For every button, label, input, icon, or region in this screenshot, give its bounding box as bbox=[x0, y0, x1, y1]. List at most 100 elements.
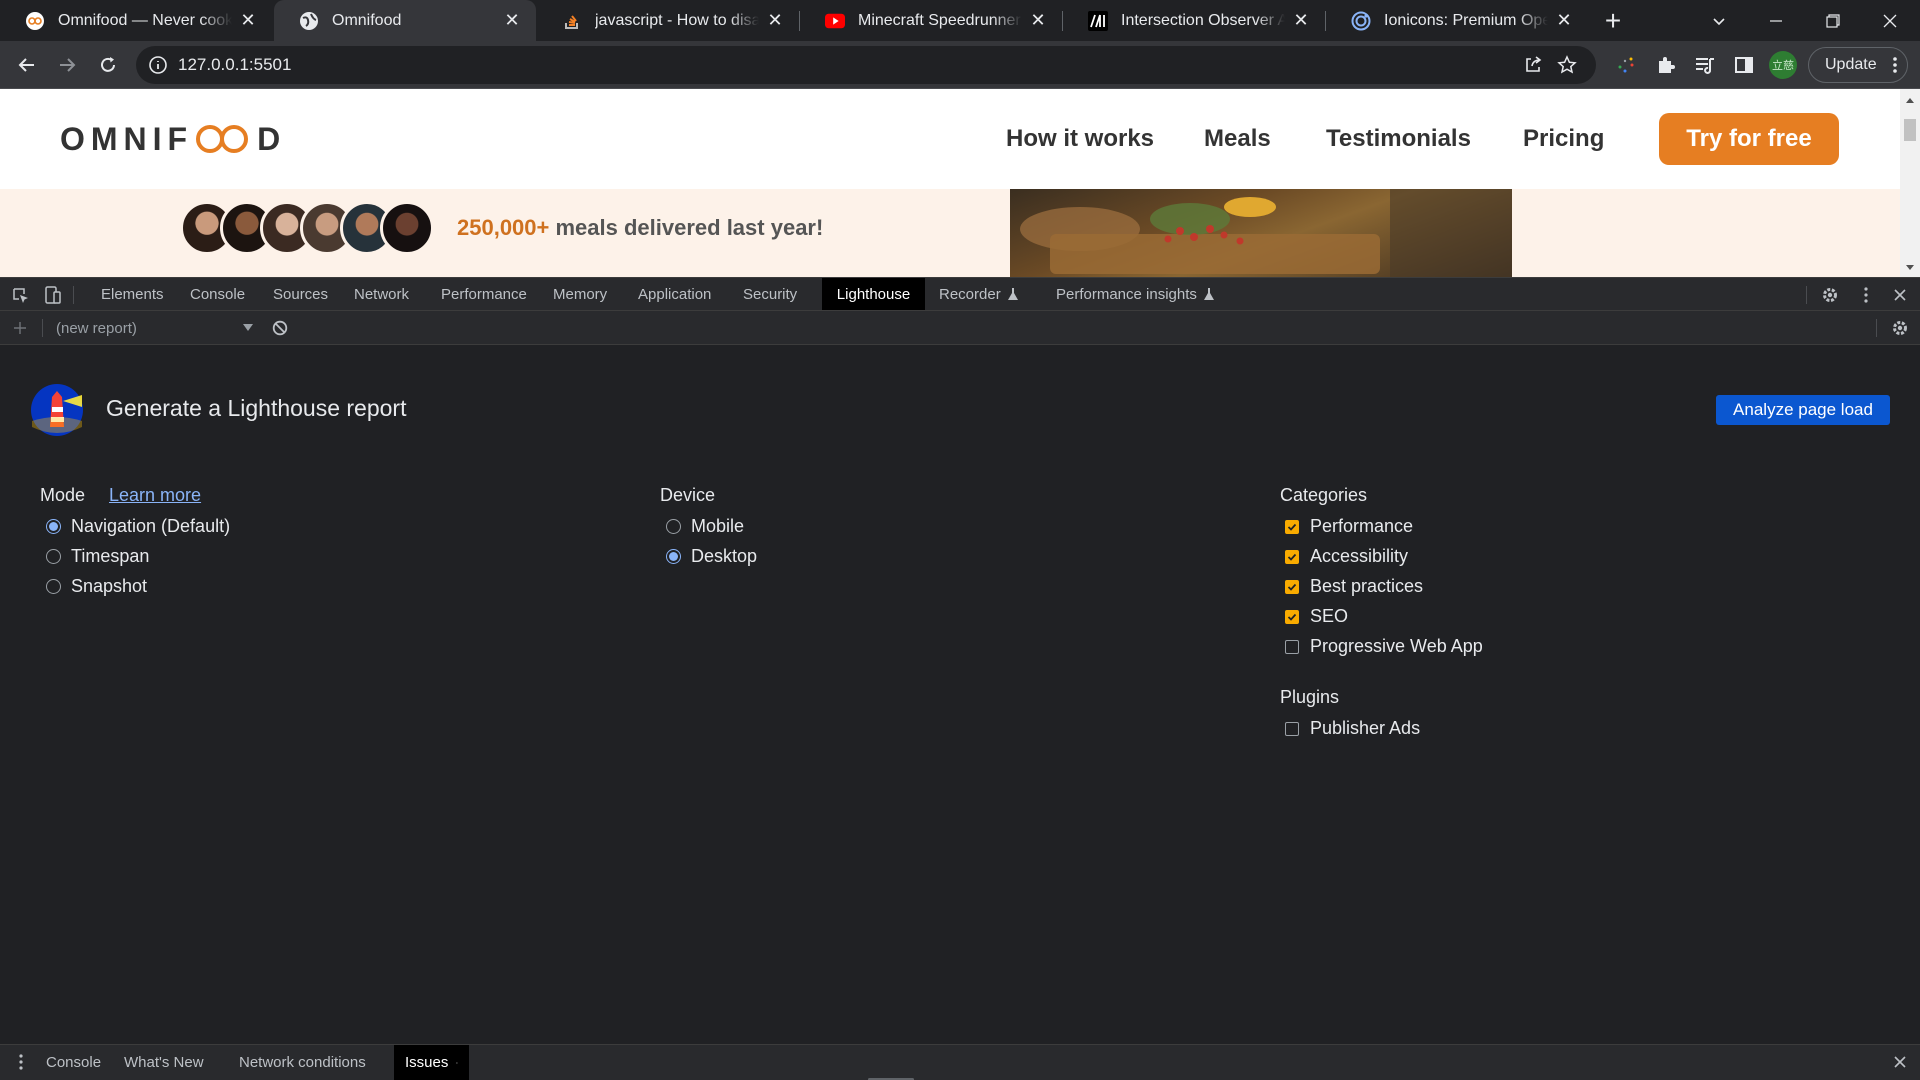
close-icon[interactable] bbox=[456, 1058, 458, 1068]
logo-text-right: D bbox=[257, 120, 287, 157]
radio-button[interactable] bbox=[666, 519, 681, 534]
nav-link-meals[interactable]: Meals bbox=[1204, 125, 1271, 153]
extensions-puzzle-icon[interactable] bbox=[1651, 50, 1681, 80]
media-playlist-icon[interactable] bbox=[1690, 50, 1720, 80]
drawer-tab-issues[interactable]: Issues bbox=[394, 1045, 469, 1080]
devtools-tab-elements[interactable]: Elements bbox=[87, 278, 178, 310]
browser-tab[interactable]: Omnifood — Never cook again! ✕ bbox=[0, 0, 272, 41]
minimize-icon[interactable] bbox=[1748, 0, 1804, 41]
browser-tab[interactable]: Minecraft Speedrunner VS 5 Hunters ✕ bbox=[800, 0, 1062, 41]
close-drawer-icon[interactable] bbox=[1889, 1051, 1911, 1073]
option-label: Progressive Web App bbox=[1310, 636, 1483, 656]
browser-tab-active[interactable]: Omnifood ✕ bbox=[274, 0, 536, 41]
category-accessibility[interactable]: Accessibility bbox=[1285, 546, 1408, 567]
dropdown-caret-icon bbox=[243, 324, 253, 331]
logo-text-left: OMNIF bbox=[60, 120, 194, 157]
back-arrow-icon[interactable] bbox=[12, 50, 42, 80]
new-tab-button[interactable]: + bbox=[1598, 5, 1628, 36]
radio-button[interactable] bbox=[46, 549, 61, 564]
meals-delivered-count: 250,000+ bbox=[457, 215, 550, 240]
bookmark-star-icon[interactable] bbox=[1556, 54, 1578, 76]
share-icon[interactable] bbox=[1522, 54, 1544, 76]
lighthouse-settings-gear-icon[interactable] bbox=[1889, 317, 1911, 339]
try-for-free-button[interactable]: Try for free bbox=[1659, 113, 1839, 165]
close-icon[interactable]: ✕ bbox=[1554, 10, 1574, 31]
devtools-tab-network[interactable]: Network bbox=[340, 278, 423, 310]
clear-block-icon[interactable] bbox=[269, 317, 291, 339]
devtools-tab-application[interactable]: Application bbox=[624, 278, 725, 310]
drawer-tab-console[interactable]: Console bbox=[35, 1045, 112, 1080]
checkbox[interactable] bbox=[1285, 549, 1299, 564]
checkbox[interactable] bbox=[1285, 721, 1299, 736]
address-bar[interactable]: 127.0.0.1:5501 bbox=[136, 46, 1596, 84]
browser-tab[interactable]: Ionicons: Premium Open Source Icon Pack … bbox=[1326, 0, 1588, 41]
more-vertical-icon[interactable] bbox=[1855, 284, 1877, 306]
reload-icon[interactable] bbox=[93, 50, 123, 80]
device-option-desktop[interactable]: Desktop bbox=[666, 546, 757, 567]
radio-button[interactable] bbox=[46, 579, 61, 594]
window-close-icon[interactable] bbox=[1862, 0, 1918, 41]
site-info-icon[interactable] bbox=[148, 55, 168, 75]
devtools-tab-recorder[interactable]: Recorder bbox=[925, 278, 1033, 310]
tab-search-icon[interactable] bbox=[1691, 0, 1747, 41]
profile-avatar[interactable]: 立慈 bbox=[1768, 50, 1798, 80]
drawer-tab-network-conditions[interactable]: Network conditions bbox=[228, 1045, 377, 1080]
radio-button[interactable] bbox=[666, 549, 681, 564]
restore-icon[interactable] bbox=[1805, 0, 1861, 41]
inspect-element-icon[interactable] bbox=[9, 284, 31, 306]
checkbox[interactable] bbox=[1285, 579, 1299, 594]
nav-link-testimonials[interactable]: Testimonials bbox=[1326, 125, 1471, 153]
browser-tab[interactable]: Intersection Observer API - Web APIs ✕ bbox=[1063, 0, 1325, 41]
checkbox[interactable] bbox=[1285, 639, 1299, 654]
toolbar-divider bbox=[1806, 286, 1807, 304]
drawer-tab-whats-new[interactable]: What's New bbox=[113, 1045, 215, 1080]
radio-button[interactable] bbox=[46, 519, 61, 534]
close-icon[interactable]: ✕ bbox=[1028, 10, 1048, 31]
devtools-tab-lighthouse[interactable]: Lighthouse bbox=[822, 278, 925, 310]
tab-title: Ionicons: Premium Open Source Icon Pack bbox=[1384, 11, 1548, 29]
add-report-icon[interactable] bbox=[9, 317, 31, 339]
category-pwa[interactable]: Progressive Web App bbox=[1285, 636, 1483, 657]
device-option-mobile[interactable]: Mobile bbox=[666, 516, 744, 537]
device-toolbar-icon[interactable] bbox=[42, 284, 64, 306]
mode-option-timespan[interactable]: Timespan bbox=[46, 546, 149, 567]
analyze-page-load-button[interactable]: Analyze page load bbox=[1716, 395, 1890, 425]
devtools-tab-performance[interactable]: Performance bbox=[427, 278, 541, 310]
tab-title: Omnifood bbox=[332, 11, 402, 29]
devtools-tab-performance-insights[interactable]: Performance insights bbox=[1042, 278, 1229, 310]
report-select[interactable]: (new report) bbox=[56, 311, 256, 345]
side-panel-icon[interactable] bbox=[1729, 50, 1759, 80]
plugin-publisher-ads[interactable]: Publisher Ads bbox=[1285, 718, 1420, 739]
close-devtools-icon[interactable] bbox=[1889, 284, 1911, 306]
close-icon[interactable]: ✕ bbox=[1291, 10, 1311, 31]
extension-dots-icon[interactable] bbox=[1611, 50, 1641, 80]
close-icon[interactable]: ✕ bbox=[765, 10, 785, 31]
category-seo[interactable]: SEO bbox=[1285, 606, 1348, 627]
category-best-practices[interactable]: Best practices bbox=[1285, 576, 1423, 597]
drawer-more-vertical-icon[interactable] bbox=[10, 1051, 32, 1073]
settings-gear-icon[interactable] bbox=[1819, 284, 1841, 306]
mode-option-navigation[interactable]: Navigation (Default) bbox=[46, 516, 230, 537]
devtools-tab-security[interactable]: Security bbox=[729, 278, 811, 310]
nav-link-how-it-works[interactable]: How it works bbox=[1006, 125, 1154, 153]
mode-option-snapshot[interactable]: Snapshot bbox=[46, 576, 147, 597]
devtools-drawer: Console What's New Network conditions Is… bbox=[0, 1044, 1920, 1080]
learn-more-link[interactable]: Learn more bbox=[109, 485, 201, 506]
nav-link-pricing[interactable]: Pricing bbox=[1523, 125, 1604, 153]
experiment-flask-icon bbox=[1203, 288, 1214, 300]
page-scrollbar[interactable] bbox=[1900, 89, 1920, 277]
ionicons-icon bbox=[1351, 11, 1371, 31]
omnifood-logo[interactable]: OMNIF D bbox=[60, 119, 286, 159]
checkbox[interactable] bbox=[1285, 519, 1299, 534]
devtools-tab-memory[interactable]: Memory bbox=[539, 278, 621, 310]
close-icon[interactable]: ✕ bbox=[502, 10, 522, 31]
youtube-icon bbox=[825, 11, 845, 31]
devtools-tab-console[interactable]: Console bbox=[176, 278, 259, 310]
forward-arrow-icon[interactable] bbox=[52, 50, 82, 80]
checkbox[interactable] bbox=[1285, 609, 1299, 624]
close-icon[interactable]: ✕ bbox=[238, 10, 258, 31]
devtools-tab-sources[interactable]: Sources bbox=[259, 278, 342, 310]
browser-tab[interactable]: javascript - How to disable scrolling ✕ bbox=[537, 0, 799, 41]
category-performance[interactable]: Performance bbox=[1285, 516, 1413, 537]
update-button[interactable]: Update bbox=[1808, 47, 1908, 83]
